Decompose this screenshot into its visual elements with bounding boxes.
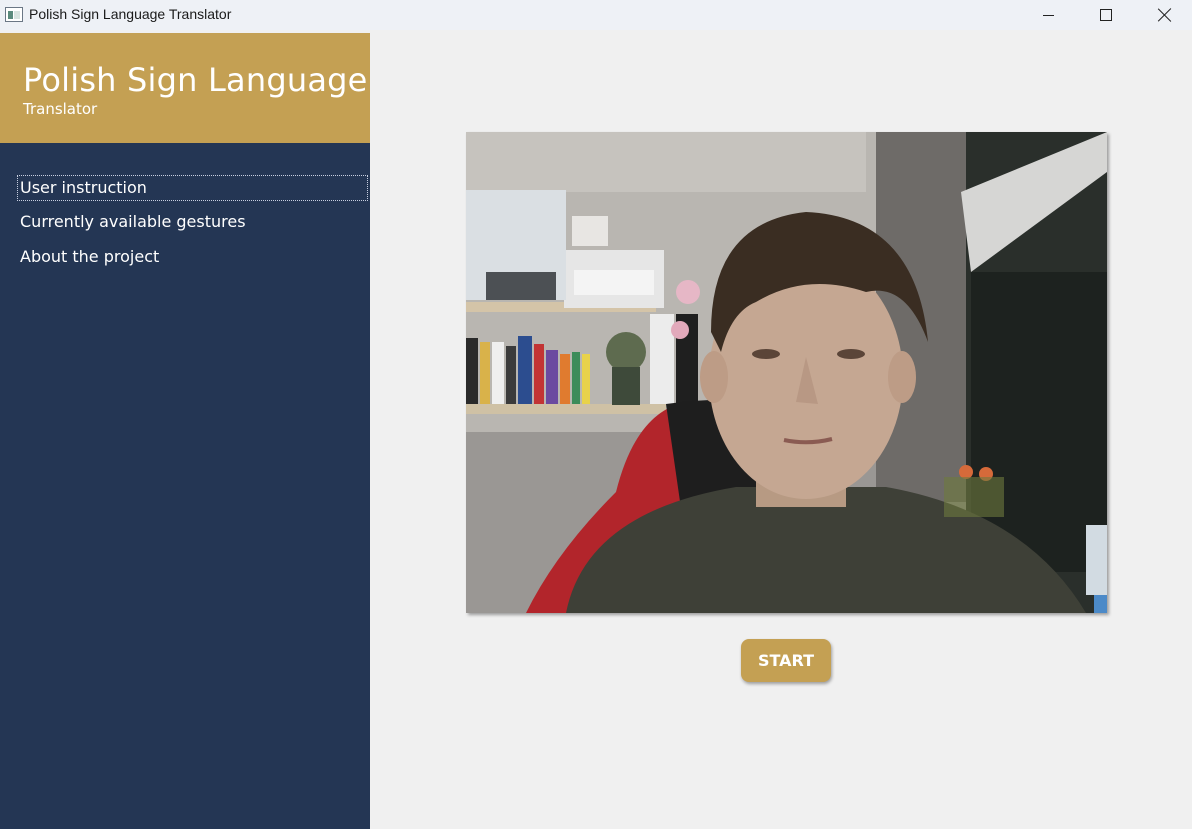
brand-title: Polish Sign Language (23, 61, 368, 99)
sidebar-item-available-gestures[interactable]: Currently available gestures (17, 210, 368, 236)
maximize-icon (1100, 9, 1112, 21)
camera-feed (466, 132, 1107, 613)
start-button[interactable]: START (741, 639, 831, 682)
brand-header: Polish Sign Language Translator (0, 33, 370, 143)
sidebar-item-user-instruction[interactable]: User instruction (17, 175, 368, 201)
main-panel: START (370, 33, 1192, 829)
camera-frame-image (466, 132, 1107, 613)
close-icon (1158, 8, 1172, 22)
title-bar: Polish Sign Language Translator (0, 0, 1192, 30)
minimize-icon (1042, 14, 1054, 16)
maximize-button[interactable] (1077, 0, 1135, 30)
close-button[interactable] (1136, 0, 1192, 30)
brand-subtitle: Translator (23, 100, 98, 118)
sidebar-item-about-project[interactable]: About the project (17, 245, 368, 271)
app-window-icon (5, 7, 23, 22)
minimize-button[interactable] (1019, 0, 1077, 30)
window-title: Polish Sign Language Translator (29, 6, 232, 22)
sidebar: Polish Sign Language Translator User ins… (0, 33, 370, 829)
